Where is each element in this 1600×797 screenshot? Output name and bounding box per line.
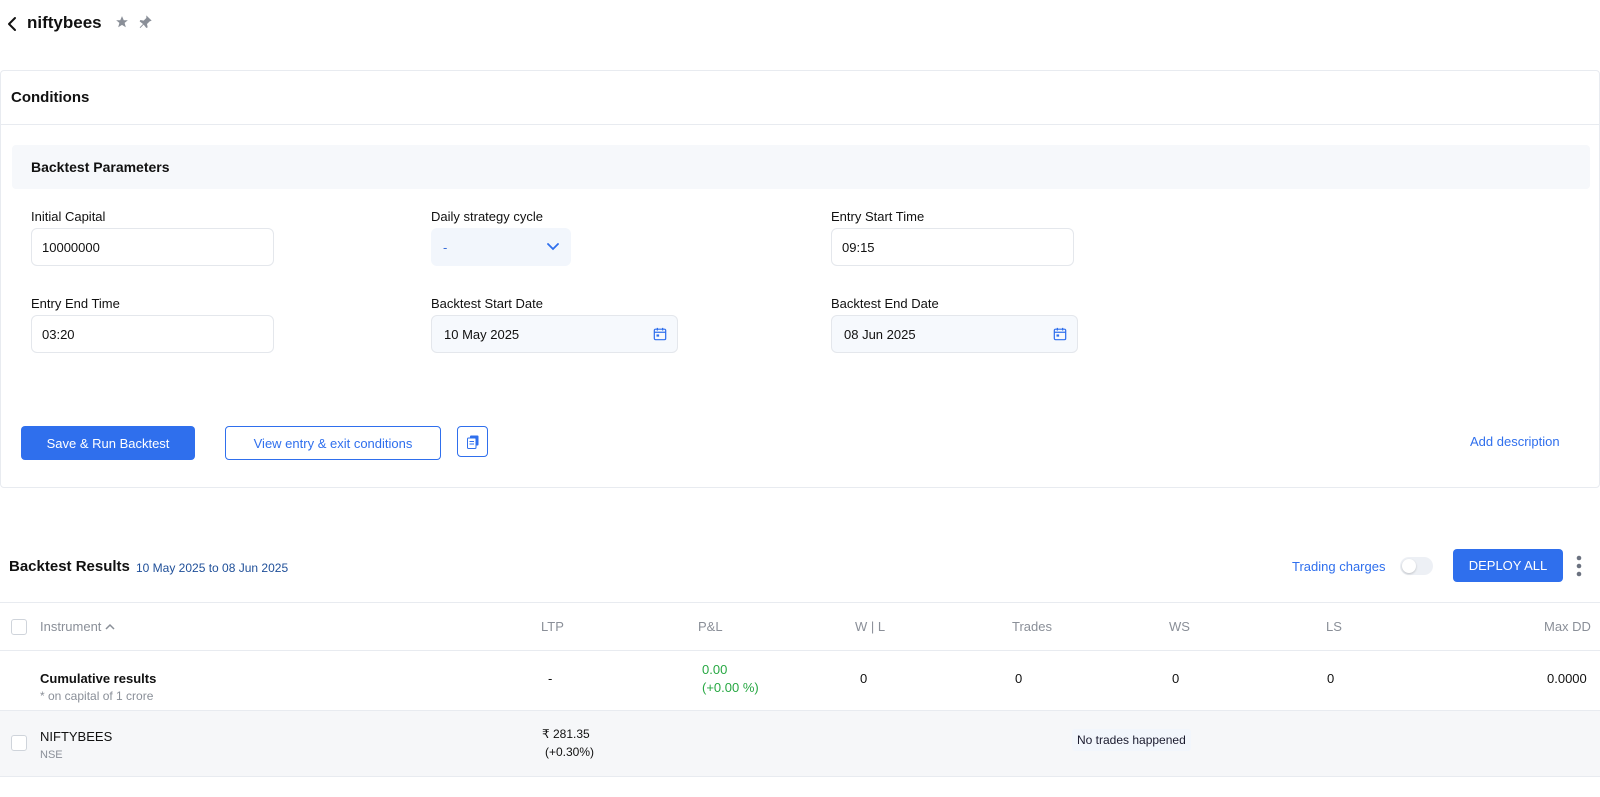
column-instrument-label: Instrument: [40, 619, 102, 634]
backtest-start-date-value: 10 May 2025: [444, 326, 520, 342]
trading-charges-label: Trading charges: [1292, 559, 1386, 574]
daily-strategy-cycle-label: Daily strategy cycle: [431, 209, 543, 224]
pin-icon[interactable]: [137, 14, 153, 35]
entry-start-time-input[interactable]: 09:15: [831, 228, 1074, 266]
daily-strategy-cycle-field: Daily strategy cycle -: [431, 209, 571, 266]
more-options-icon[interactable]: [1573, 554, 1585, 578]
column-ltp: LTP: [541, 619, 564, 634]
select-all-checkbox[interactable]: [11, 619, 27, 635]
page-title: niftybees: [27, 13, 102, 32]
entry-start-time-label: Entry Start Time: [831, 209, 925, 224]
table-header: Instrument LTP P&L W | L Trades WS LS Ma…: [0, 602, 1600, 651]
backtest-end-date-input[interactable]: 08 Jun 2025: [831, 315, 1078, 353]
backtest-end-date-value: 08 Jun 2025: [844, 326, 916, 342]
cumulative-note: * on capital of 1 crore: [40, 689, 154, 703]
conditions-title: Conditions: [11, 89, 90, 106]
save-run-backtest-button[interactable]: Save & Run Backtest: [21, 426, 195, 460]
no-trades-status: No trades happened: [1072, 729, 1191, 751]
column-win-loss: W | L: [855, 619, 886, 634]
cumulative-title: Cumulative results: [40, 671, 157, 686]
cumulative-row: Cumulative results * on capital of 1 cro…: [0, 651, 1600, 711]
calendar-icon[interactable]: [653, 327, 667, 341]
conditions-header: Conditions: [1, 71, 1599, 125]
star-icon[interactable]: [115, 15, 129, 34]
column-trades: Trades: [1012, 619, 1052, 634]
column-pnl: P&L: [698, 619, 723, 634]
instrument-ltp-change: (+0.30%): [545, 745, 595, 759]
backtest-parameters-header: Backtest Parameters: [12, 145, 1590, 189]
backtest-end-date-field: Backtest End Date 08 Jun 2025: [831, 296, 1078, 353]
conditions-card: Conditions Backtest Parameters Initial C…: [0, 70, 1600, 488]
deploy-all-button[interactable]: DEPLOY ALL: [1453, 549, 1563, 582]
instrument-exchange: NSE: [40, 749, 63, 761]
cumulative-ws: 0: [1172, 671, 1180, 686]
backtest-start-date-label: Backtest Start Date: [431, 296, 543, 311]
instrument-ltp: ₹ 281.35: [542, 727, 590, 741]
results-date-range: 10 May 2025 to 08 Jun 2025: [136, 561, 289, 575]
view-entry-exit-conditions-button[interactable]: View entry & exit conditions: [225, 426, 441, 460]
column-ws: WS: [1169, 619, 1190, 634]
initial-capital-field: Initial Capital 10000000: [31, 209, 274, 266]
results-header: Backtest Results 10 May 2025 to 08 Jun 2…: [0, 547, 1600, 587]
initial-capital-input[interactable]: 10000000: [31, 228, 274, 266]
entry-start-time-field: Entry Start Time 09:15: [831, 209, 1074, 266]
cumulative-ltp: -: [548, 671, 553, 686]
back-icon[interactable]: [2, 14, 22, 34]
column-instrument[interactable]: Instrument: [40, 619, 115, 634]
copy-icon: [466, 435, 478, 449]
cumulative-pnl-percent: (+0.00 %): [702, 680, 759, 695]
cumulative-win-loss: 0: [860, 671, 868, 686]
results-title: Backtest Results: [9, 558, 130, 575]
row-checkbox[interactable]: [11, 735, 27, 751]
sort-up-icon: [105, 623, 115, 630]
daily-strategy-cycle-value: -: [443, 239, 448, 255]
backtest-start-date-input[interactable]: 10 May 2025: [431, 315, 678, 353]
entry-end-time-input[interactable]: 03:20: [31, 315, 274, 353]
cumulative-ls: 0: [1327, 671, 1335, 686]
cumulative-pnl: 0.00: [702, 662, 728, 677]
initial-capital-label: Initial Capital: [31, 209, 106, 224]
cumulative-trades: 0: [1015, 671, 1023, 686]
column-ls: LS: [1326, 619, 1342, 634]
backtest-end-date-label: Backtest End Date: [831, 296, 939, 311]
copy-button[interactable]: [457, 426, 488, 457]
top-bar: niftybees: [0, 0, 1600, 48]
cumulative-max-dd: 0.0000: [1547, 671, 1587, 686]
backtest-parameters-title: Backtest Parameters: [31, 159, 170, 175]
entry-end-time-field: Entry End Time 03:20: [31, 296, 274, 353]
results-table: Instrument LTP P&L W | L Trades WS LS Ma…: [0, 602, 1600, 777]
column-max-dd: Max DD: [1544, 619, 1591, 634]
trading-charges-toggle[interactable]: [1400, 557, 1433, 575]
entry-end-time-label: Entry End Time: [31, 296, 120, 311]
calendar-icon[interactable]: [1053, 327, 1067, 341]
daily-strategy-cycle-select[interactable]: -: [431, 228, 571, 266]
backtest-start-date-field: Backtest Start Date 10 May 2025: [431, 296, 678, 353]
instrument-name: NIFTYBEES: [40, 729, 113, 744]
chevron-down-icon: [547, 243, 559, 251]
table-row[interactable]: NIFTYBEES NSE ₹ 281.35 (+0.30%) No trade…: [0, 711, 1600, 777]
add-description-link[interactable]: Add description: [1470, 434, 1560, 449]
